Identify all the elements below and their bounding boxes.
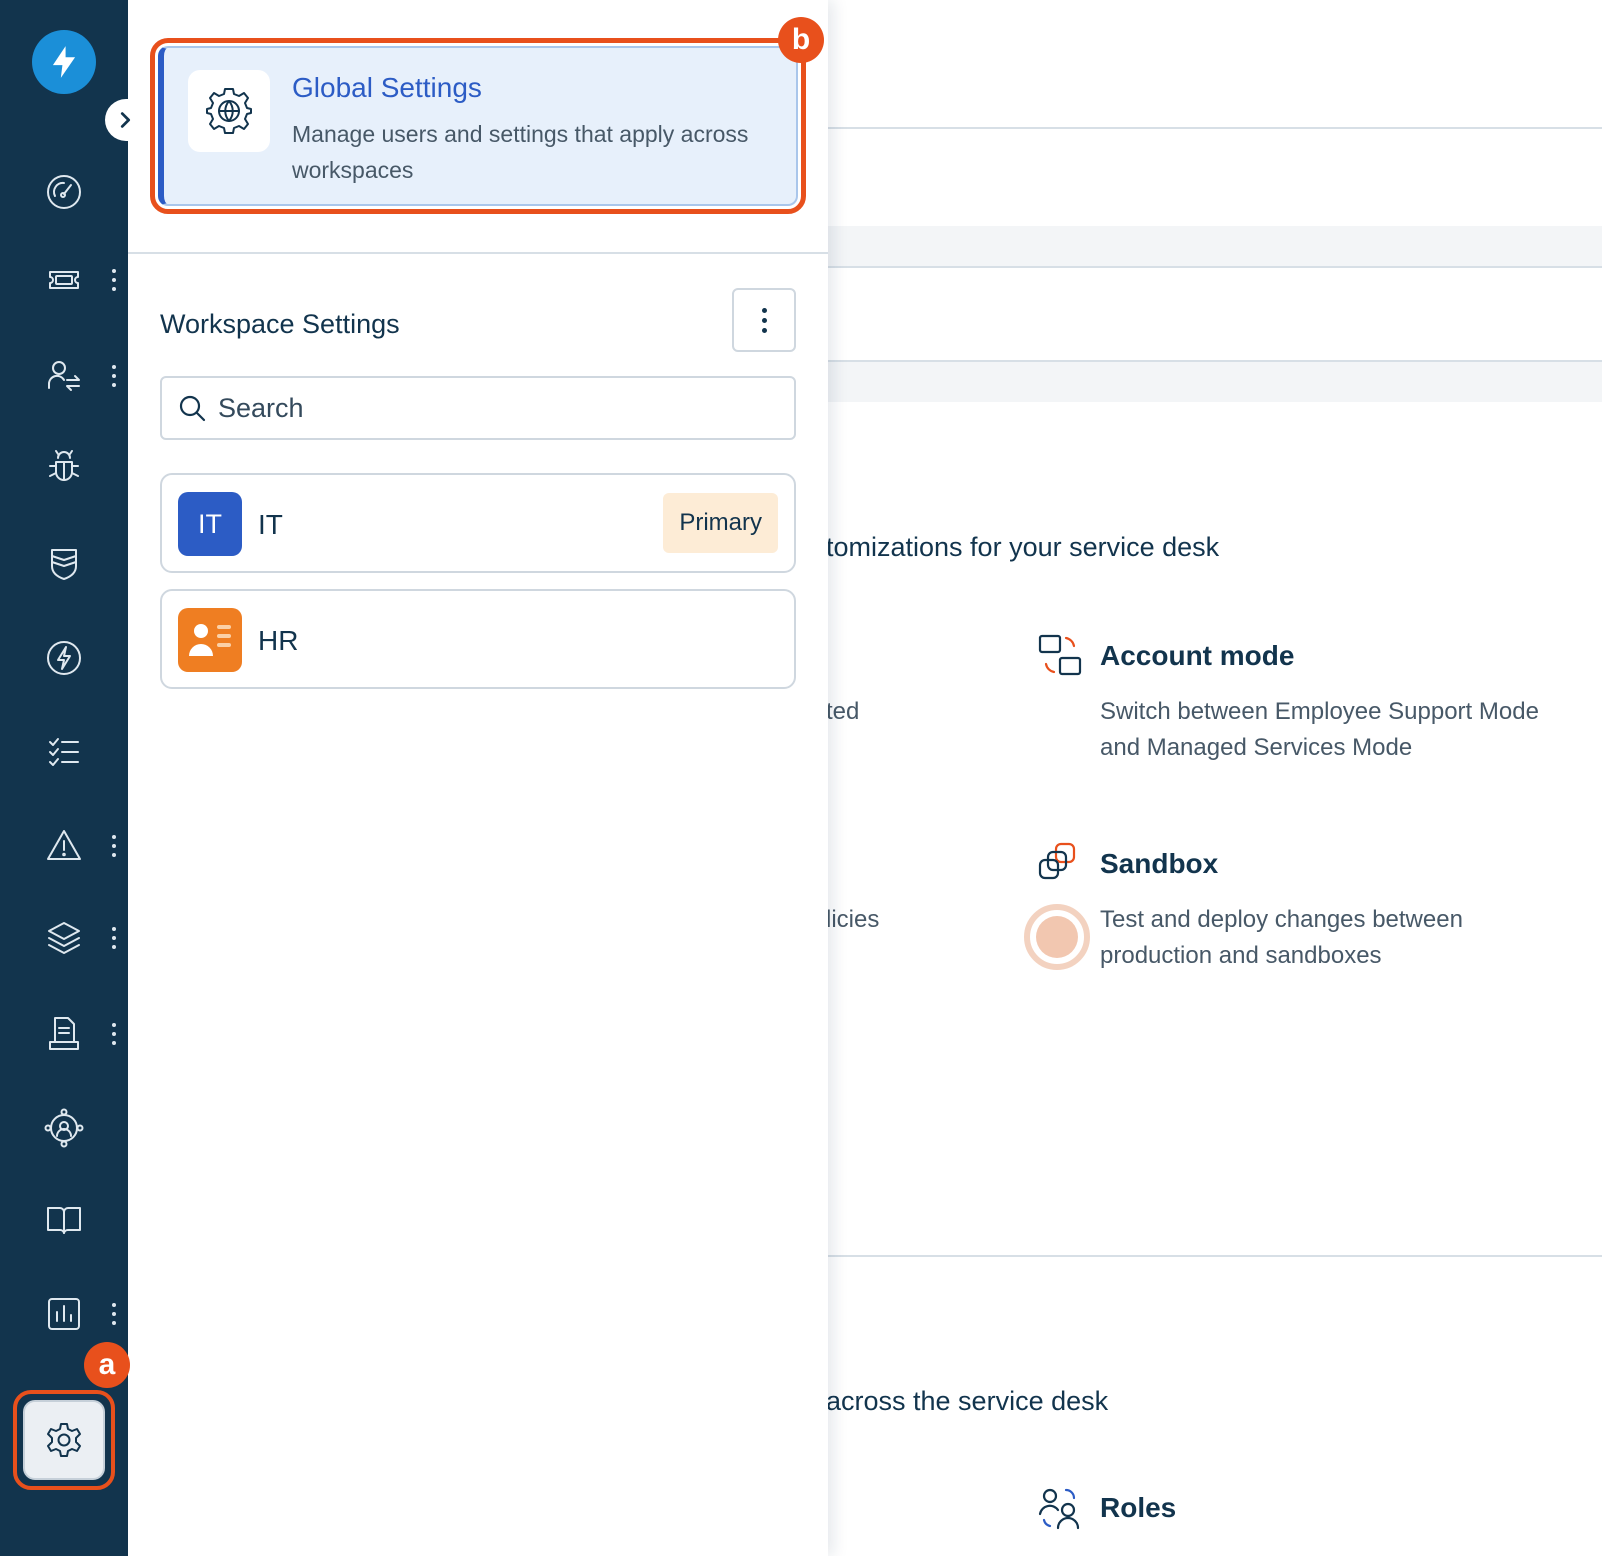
nav-tickets[interactable] (38, 254, 90, 306)
chevron-right-icon (120, 112, 131, 128)
workspace-more-button[interactable] (732, 288, 796, 352)
search-icon (179, 395, 206, 422)
bug-icon (49, 450, 79, 481)
settings-icon (47, 1423, 81, 1457)
roles-title[interactable]: Roles (1100, 1492, 1176, 1524)
nav-tasks[interactable] (38, 726, 90, 778)
reports-icon (48, 1298, 80, 1330)
org-chart-icon (44, 1108, 84, 1148)
section-intro-text-2: across the service desk (826, 1386, 1109, 1416)
nav-tickets-more[interactable] (108, 266, 120, 294)
nav-reports-more[interactable] (108, 1300, 120, 1328)
global-settings-icon-box (188, 70, 270, 152)
account-mode-desc: Switch between Employee Support Mode and… (1100, 698, 1539, 761)
globe-gear-icon (206, 88, 252, 134)
panel-expand-button[interactable] (105, 99, 145, 141)
nav-alerts-more[interactable] (108, 832, 120, 860)
step-badge-b: b (778, 17, 824, 63)
alert-icon (47, 830, 81, 860)
nav-contracts-more[interactable] (108, 1020, 120, 1048)
workspace-row-it[interactable]: IT IT Primary (160, 473, 796, 573)
workspace-row-hr[interactable]: HR (160, 589, 796, 689)
nav-changes-more[interactable] (108, 362, 120, 390)
sandbox-icon[interactable] (1036, 840, 1084, 888)
nav-solutions[interactable] (38, 1194, 90, 1246)
section-intro-text: tomizations for your service desk (826, 532, 1220, 562)
sandbox-desc: Test and deploy changes between producti… (1100, 906, 1463, 969)
sandbox-title[interactable]: Sandbox (1100, 848, 1218, 880)
global-settings-card[interactable]: Global Settings Manage users and setting… (158, 46, 798, 206)
nav-assets-more[interactable] (108, 924, 120, 952)
nav-problems[interactable] (38, 442, 90, 494)
nav-admin-settings[interactable] (23, 1400, 105, 1480)
document-icon (49, 1017, 79, 1050)
nav-dashboard[interactable] (38, 166, 90, 218)
id-card-icon (189, 624, 231, 656)
layers-icon (48, 922, 80, 954)
lightning-icon (47, 641, 81, 675)
nav-contracts[interactable] (38, 1008, 90, 1060)
workspace-name: IT (258, 509, 283, 540)
partial-desc-2: licies (826, 906, 880, 933)
shield-icon (51, 549, 77, 580)
account-mode-icon[interactable] (1036, 632, 1084, 680)
workspace-search[interactable] (160, 376, 796, 440)
nav-org-chart[interactable] (38, 1102, 90, 1154)
user-switch-icon (47, 361, 80, 391)
freshservice-logo[interactable] (32, 30, 96, 94)
checklist-icon (49, 738, 79, 766)
nav-assets[interactable] (38, 912, 90, 964)
settings-flyout-panel: Workspace Settings IT IT Primary HR (128, 0, 828, 1556)
global-settings-desc: Manage users and settings that apply acr… (292, 121, 749, 183)
step-badge-a: a (84, 1342, 130, 1388)
workspace-settings-title: Workspace Settings (160, 309, 400, 339)
kebab-icon (761, 307, 767, 313)
nav-releases[interactable] (38, 538, 90, 590)
roles-icon[interactable] (1036, 1484, 1084, 1532)
dashboard-icon (47, 175, 81, 209)
workspace-name: HR (258, 625, 299, 656)
nav-reports[interactable] (38, 1288, 90, 1340)
workspace-search-input[interactable] (218, 392, 778, 424)
partial-desc-1: ted (826, 698, 860, 725)
primary-badge: Primary (663, 493, 778, 553)
panel-divider (128, 252, 828, 254)
hotspot-pulse[interactable] (1024, 904, 1090, 970)
nav-changes[interactable] (38, 350, 90, 402)
nav-alerts[interactable] (38, 820, 90, 872)
workspace-avatar-hr (178, 608, 242, 672)
left-nav: a (0, 0, 130, 1556)
global-settings-title[interactable]: Global Settings (292, 72, 482, 104)
tickets-icon (49, 271, 79, 289)
account-mode-title[interactable]: Account mode (1100, 640, 1294, 672)
workspace-avatar-it: IT (178, 492, 242, 556)
nav-workflows[interactable] (38, 632, 90, 684)
book-icon (47, 1207, 81, 1234)
bolt-logo-icon (52, 46, 76, 78)
